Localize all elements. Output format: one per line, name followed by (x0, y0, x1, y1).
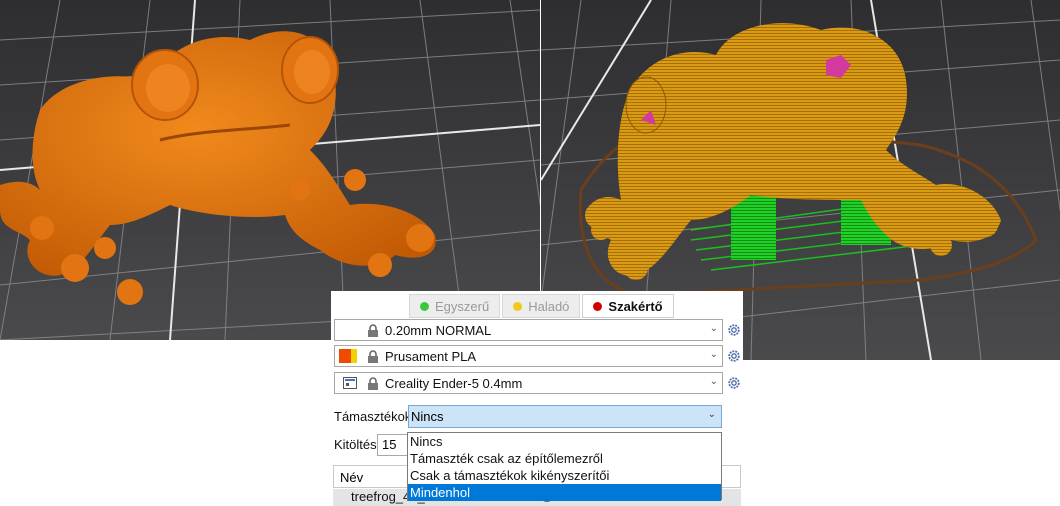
mode-tab-label: Egyszerű (435, 298, 490, 314)
filament-color-swatch-icon (339, 349, 351, 363)
edit-preset-gear-icon[interactable] (727, 323, 741, 337)
model-viewport-canvas[interactable] (0, 0, 540, 340)
advanced-mode-dot-icon (513, 301, 523, 311)
supports-value: Nincs (411, 409, 444, 424)
lock-icon (368, 324, 378, 337)
column-header-name[interactable]: Név (340, 470, 363, 485)
edit-preset-gear-icon[interactable] (727, 349, 741, 363)
supports-option[interactable]: Nincs (408, 433, 721, 450)
lock-icon (368, 350, 378, 363)
chevron-down-icon: ⌄ (709, 323, 718, 334)
model-viewport[interactable] (0, 0, 540, 340)
lock-icon (368, 377, 378, 390)
filament-preset-row: Prusament PLA ⌄ (334, 345, 740, 367)
printer-preset-label: Creality Ender-5 0.4mm (385, 375, 523, 391)
printer-preset-combo[interactable]: Creality Ender-5 0.4mm ⌄ (334, 372, 723, 394)
supports-dropdown-list: Nincs Támaszték csak az építőlemezről Cs… (407, 432, 722, 501)
expert-mode-dot-icon (593, 301, 603, 311)
mode-tab-label: Szakértő (608, 298, 663, 314)
filament-color-swatch-icon (351, 349, 357, 363)
print-preset-combo[interactable]: 0.20mm NORMAL ⌄ (334, 319, 723, 341)
settings-panel: Egyszerű Haladó Szakértő 0.20mm NORMAL ⌄… (331, 291, 743, 506)
infill-label: Kitöltés: (334, 437, 381, 452)
supports-option[interactable]: Mindenhol (408, 484, 721, 501)
app-root: Egyszerű Haladó Szakértő 0.20mm NORMAL ⌄… (0, 0, 1060, 506)
mode-tab-simple[interactable]: Egyszerű (409, 294, 501, 318)
mode-tab-advanced[interactable]: Haladó (502, 294, 581, 318)
chevron-down-icon: ⌄ (707, 409, 716, 420)
chevron-down-icon: ⌄ (709, 349, 718, 360)
print-preset-label: 0.20mm NORMAL (385, 322, 492, 338)
chevron-down-icon: ⌄ (709, 376, 718, 387)
simple-mode-dot-icon (420, 301, 429, 311)
mode-tab-expert[interactable]: Szakértő (582, 294, 674, 318)
supports-label: Támasztékok: (334, 409, 415, 424)
mode-tab-label: Haladó (528, 298, 570, 314)
supports-combo[interactable]: Nincs ⌄ (408, 405, 722, 428)
print-preset-row: 0.20mm NORMAL ⌄ (334, 319, 740, 341)
supports-option[interactable]: Támaszték csak az építőlemezről (408, 450, 721, 467)
supports-option[interactable]: Csak a támasztékok kikényszerítői (408, 467, 721, 484)
printer-icon (343, 377, 357, 389)
mode-selector: Egyszerű Haladó Szakértő (409, 294, 674, 318)
filament-preset-label: Prusament PLA (385, 348, 477, 364)
filament-preset-combo[interactable]: Prusament PLA ⌄ (334, 345, 723, 367)
edit-preset-gear-icon[interactable] (727, 376, 741, 390)
printer-preset-row: Creality Ender-5 0.4mm ⌄ (334, 372, 740, 394)
